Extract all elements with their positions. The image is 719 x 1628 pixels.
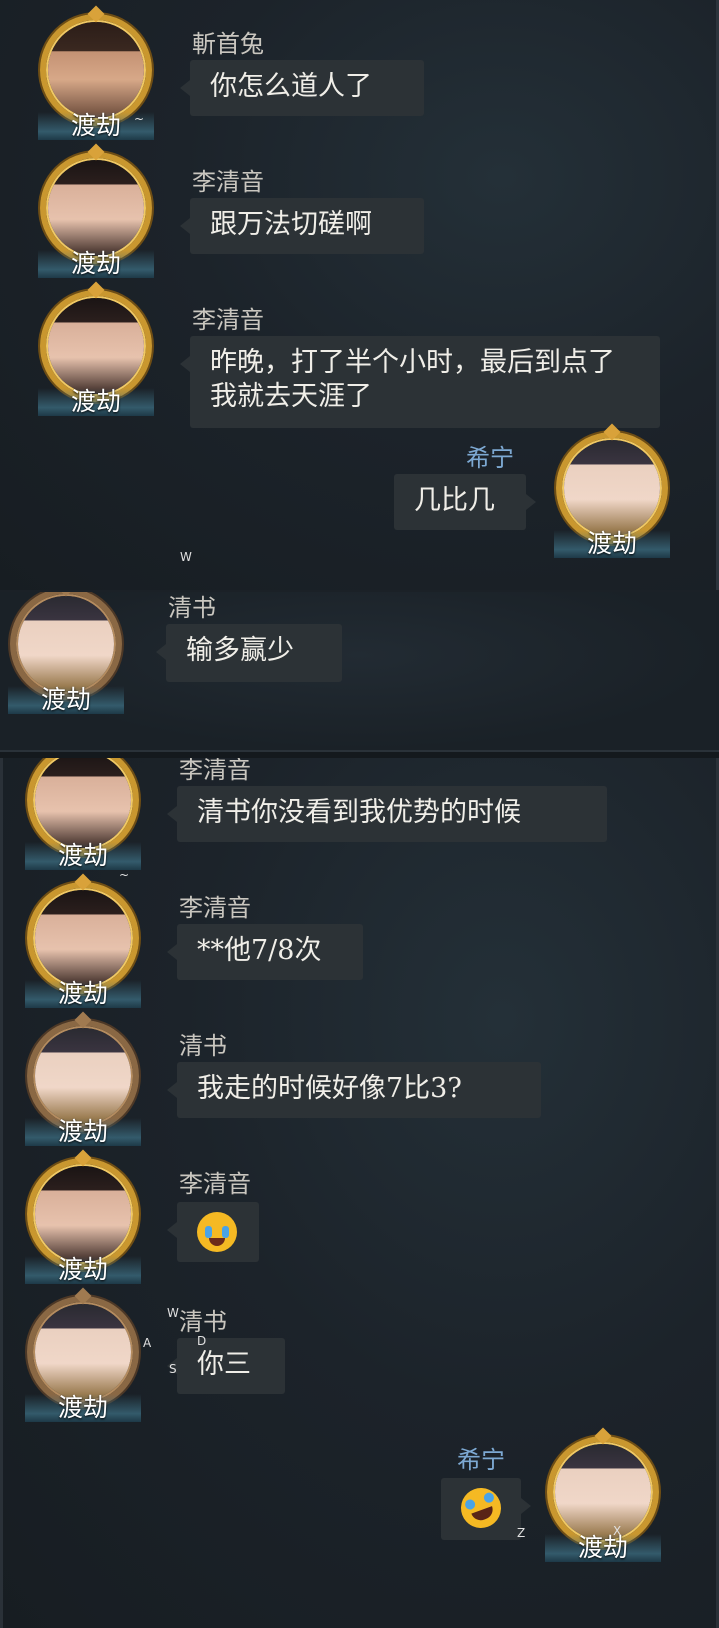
rank-badge: 渡劫 bbox=[38, 388, 154, 416]
message-bubble[interactable]: 清书你没看到我优势的时候 bbox=[167, 786, 607, 842]
rank-badge: 渡劫 bbox=[545, 1534, 661, 1562]
sender-name: 李清音 bbox=[179, 1170, 251, 1198]
sender-name: 李清音 bbox=[192, 168, 264, 196]
avatar[interactable]: 渡劫 bbox=[548, 423, 676, 558]
avatar[interactable]: 渡劫 bbox=[32, 281, 160, 416]
message-bubble[interactable]: **他7/8次 bbox=[167, 924, 363, 980]
overlay-mark: A bbox=[143, 1336, 152, 1350]
overlay-mark: W bbox=[167, 1306, 179, 1320]
loudly-crying-face-icon bbox=[197, 1212, 237, 1252]
sender-name: 李清音 bbox=[179, 894, 251, 922]
sender-name: 清书 bbox=[179, 1032, 227, 1060]
rank-badge: 渡劫 bbox=[38, 250, 154, 278]
chat-panel-top[interactable]: 渡劫 斬首兔 你怎么道人了 ~ 渡劫 李清音 跟万法切磋啊 渡劫 李清音 昨晚，… bbox=[0, 0, 719, 590]
message-bubble[interactable]: 输多赢少 bbox=[156, 624, 342, 682]
avatar[interactable]: 渡劫 bbox=[19, 1287, 147, 1422]
sender-name: 清书 bbox=[179, 1308, 227, 1336]
avatar[interactable]: 渡劫 bbox=[539, 1427, 667, 1562]
overlay-mark: Z bbox=[517, 1526, 526, 1540]
sender-name: 清书 bbox=[168, 594, 216, 622]
chat-panel-bottom[interactable]: 渡劫 李清音 清书你没看到我优势的时候 ~ 渡劫 李清音 **他7/8次 渡劫 … bbox=[0, 758, 719, 1628]
message-bubble[interactable]: 你怎么道人了 bbox=[180, 60, 424, 116]
rank-badge: 渡劫 bbox=[25, 1118, 141, 1146]
sender-name: 李清音 bbox=[192, 306, 264, 334]
avatar[interactable]: 渡劫 bbox=[32, 143, 160, 278]
overlay-mark: D bbox=[197, 1334, 207, 1348]
message-bubble[interactable] bbox=[167, 1202, 259, 1262]
message-bubble[interactable]: 你三 bbox=[167, 1338, 285, 1394]
message-bubble[interactable]: 跟万法切磋啊 bbox=[180, 198, 424, 254]
rank-badge: 渡劫 bbox=[554, 530, 670, 558]
avatar[interactable]: 渡劫 bbox=[19, 758, 147, 870]
rolling-on-floor-laughing-face-icon bbox=[455, 1482, 507, 1534]
sender-name: 希宁 bbox=[457, 1446, 505, 1474]
rank-badge: 渡劫 bbox=[8, 686, 124, 714]
rank-badge: 渡劫 bbox=[25, 1256, 141, 1284]
avatar[interactable]: 渡劫 bbox=[19, 1011, 147, 1146]
avatar[interactable]: 渡劫 bbox=[19, 873, 147, 1008]
sender-name: 李清音 bbox=[179, 758, 251, 784]
message-bubble[interactable] bbox=[441, 1478, 531, 1540]
message-bubble[interactable]: 我走的时候好像7比3? bbox=[167, 1062, 541, 1118]
sender-name: 希宁 bbox=[466, 444, 514, 472]
overlay-mark: S bbox=[169, 1362, 177, 1376]
overlay-mark: X bbox=[613, 1524, 622, 1538]
rank-badge: 渡劫 bbox=[25, 1394, 141, 1422]
avatar[interactable]: 渡劫 bbox=[19, 1149, 147, 1284]
sender-name: 斬首兔 bbox=[192, 30, 264, 58]
rank-badge: 渡劫 bbox=[25, 842, 141, 870]
message-bubble[interactable]: 几比几 bbox=[394, 474, 536, 530]
message-bubble[interactable]: 昨晚，打了半个小时，最后到点了我就去天涯了 bbox=[180, 336, 660, 428]
overlay-mark: W bbox=[180, 550, 192, 564]
rank-badge: 渡劫 bbox=[25, 980, 141, 1008]
avatar[interactable]: 渡劫 bbox=[2, 592, 130, 714]
chat-panel-middle[interactable]: 渡劫 清书 输多赢少 bbox=[0, 592, 719, 752]
overlay-mark: ~ bbox=[134, 112, 145, 126]
